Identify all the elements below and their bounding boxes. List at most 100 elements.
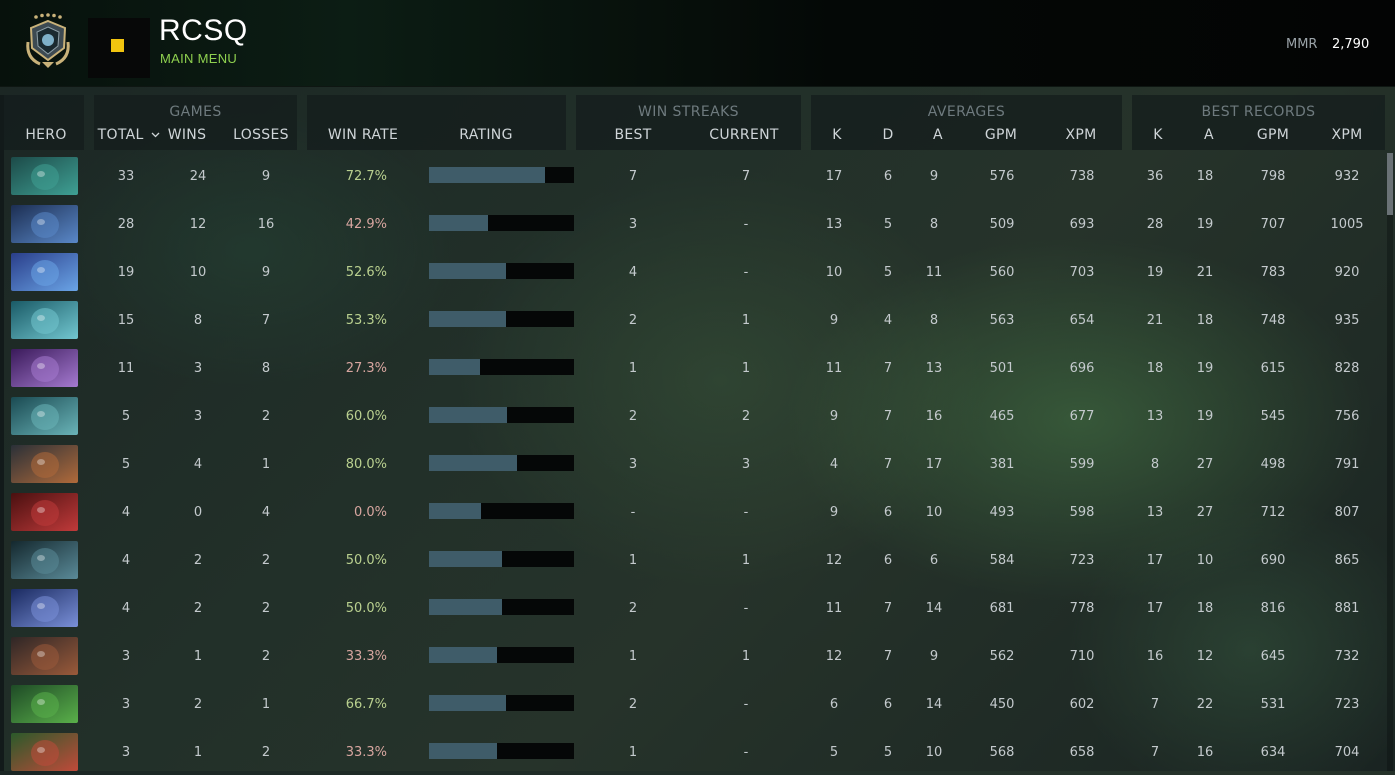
cell-avg-assists: 16 [925,409,943,424]
rating-bar-fill [429,359,480,375]
hero-portrait[interactable] [11,253,78,291]
rating-bar-fill [429,695,506,711]
hero-portrait[interactable] [11,589,78,627]
hero-portrait[interactable] [11,397,78,435]
cell-avg-kills: 13 [825,217,843,232]
cell-best-gpm: 615 [1260,361,1286,376]
cell-avg-gpm: 584 [989,553,1015,568]
cell-avg-assists: 8 [929,313,939,328]
cell-best-assists: 18 [1196,169,1214,184]
col-hero[interactable]: HERO [4,127,88,143]
cell-avg-xpm: 696 [1069,361,1095,376]
cell-avg-deaths: 7 [883,409,893,424]
col-avg-xpm[interactable]: XPM [1056,127,1106,143]
hero-portrait[interactable] [11,685,78,723]
cell-avg-gpm: 465 [989,409,1015,424]
rating-bar [429,551,574,567]
col-best-gpm[interactable]: GPM [1248,127,1298,143]
col-best-xpm[interactable]: XPM [1322,127,1372,143]
cell-wins: 10 [189,265,207,280]
cell-avg-gpm: 509 [989,217,1015,232]
col-best-a[interactable]: A [1194,127,1224,143]
col-current-streak[interactable]: CURRENT [702,127,786,143]
cell-losses: 7 [261,313,271,328]
cell-avg-assists: 9 [929,649,939,664]
cell-best-xpm: 828 [1334,361,1360,376]
cell-avg-deaths: 7 [883,649,893,664]
player-name: RCSQ [159,14,248,47]
hero-portrait[interactable] [11,541,78,579]
col-avg-gpm[interactable]: GPM [978,127,1024,143]
cell-avg-assists: 10 [925,745,943,760]
cell-wins: 8 [193,313,203,328]
cell-current-streak: - [743,265,749,280]
rating-bar [429,215,574,231]
cell-avg-deaths: 4 [883,313,893,328]
cell-avg-kills: 4 [829,457,839,472]
cell-avg-kills: 12 [825,649,843,664]
rating-bar-fill [429,407,508,423]
cell-best-assists: 22 [1196,697,1214,712]
cell-best-streak: 1 [628,649,638,664]
cell-win-rate: 52.6% [345,265,387,280]
col-avg-k[interactable]: K [822,127,852,143]
cell-wins: 2 [193,553,203,568]
cell-best-gpm: 531 [1260,697,1286,712]
hero-portrait[interactable] [11,205,78,243]
main-menu-link[interactable]: MAIN MENU [160,51,237,66]
rating-bar-fill [429,599,502,615]
hero-portrait[interactable] [11,157,78,195]
cell-avg-xpm: 602 [1069,697,1095,712]
hero-portrait[interactable] [11,733,78,771]
cell-best-assists: 19 [1196,217,1214,232]
hero-portrait[interactable] [11,349,78,387]
cell-best-assists: 10 [1196,553,1214,568]
col-avg-d[interactable]: D [873,127,903,143]
cell-best-gpm: 816 [1260,601,1286,616]
cell-best-kills: 17 [1146,601,1164,616]
cell-best-xpm: 756 [1334,409,1360,424]
hero-portrait[interactable] [11,493,78,531]
cell-best-gpm: 783 [1260,265,1286,280]
cell-current-streak: - [743,745,749,760]
hero-portrait[interactable] [11,445,78,483]
cell-avg-kills: 9 [829,505,839,520]
cell-current-streak: - [743,697,749,712]
cell-losses: 2 [261,649,271,664]
col-avg-a[interactable]: A [923,127,953,143]
cell-current-streak: - [743,601,749,616]
team-badge[interactable] [88,18,150,78]
cell-avg-xpm: 598 [1069,505,1095,520]
cell-best-assists: 19 [1196,409,1214,424]
cell-win-rate: 53.3% [345,313,387,328]
col-rating[interactable]: RATING [446,127,526,143]
cell-total: 28 [117,217,135,232]
cell-avg-kills: 17 [825,169,843,184]
cell-avg-deaths: 7 [883,601,893,616]
cell-avg-gpm: 493 [989,505,1015,520]
col-wins[interactable]: WINS [160,127,214,143]
cell-losses: 2 [261,553,271,568]
cell-losses: 2 [261,601,271,616]
scrollbar[interactable] [1387,153,1393,771]
hero-portrait[interactable] [11,637,78,675]
rank-medal-icon[interactable] [22,12,74,70]
cell-best-assists: 16 [1196,745,1214,760]
scrollbar-thumb[interactable] [1387,153,1393,215]
col-best-k[interactable]: K [1143,127,1173,143]
rating-bar-fill [429,263,506,279]
cell-avg-deaths: 5 [883,265,893,280]
col-best-streak[interactable]: BEST [600,127,666,143]
hero-portrait[interactable] [11,301,78,339]
col-win-rate[interactable]: WIN RATE [322,127,404,143]
col-losses[interactable]: LOSSES [226,127,296,143]
win-streaks-group-title: WIN STREAKS [638,104,739,120]
rating-bar [429,407,574,423]
cell-best-gpm: 690 [1260,553,1286,568]
cell-avg-gpm: 450 [989,697,1015,712]
cell-current-streak: - [743,217,749,232]
cell-win-rate: 33.3% [345,745,387,760]
col-total[interactable]: TOTAL [96,127,162,143]
col-total-label: TOTAL [97,127,144,143]
cell-win-rate: 60.0% [345,409,387,424]
